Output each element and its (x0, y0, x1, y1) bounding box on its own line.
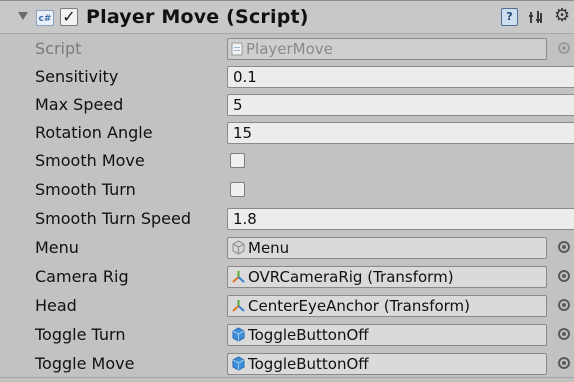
field-value: ToggleButtonOff (248, 355, 369, 373)
property-row-smooth-turn-speed: Smooth Turn Speed 1.8 (0, 206, 574, 232)
smooth-turn-checkbox[interactable] (230, 182, 245, 197)
field-value: OVRCameraRig (Transform) (248, 268, 454, 286)
foldout-arrow-icon[interactable] (18, 12, 28, 20)
smooth-turn-speed-input[interactable]: 1.8 (227, 208, 574, 230)
head-object-field[interactable]: CenterEyeAnchor (Transform) (227, 295, 547, 317)
property-label: Smooth Turn (35, 180, 136, 199)
property-row-smooth-turn: Smooth Turn (0, 177, 574, 203)
property-row-head: Head CenterEyeAnchor (Transform) (0, 293, 574, 319)
script-file-icon (231, 41, 244, 59)
field-value: PlayerMove (246, 40, 333, 58)
property-label: Toggle Move (35, 354, 135, 373)
property-row-script: Script PlayerMove (0, 36, 574, 62)
max-speed-input[interactable]: 5 (227, 94, 574, 116)
smooth-move-checkbox[interactable] (230, 153, 245, 168)
prefab-icon (231, 356, 246, 374)
property-row-menu: Menu Menu (0, 235, 574, 261)
object-picker-icon (558, 42, 570, 54)
field-value: ToggleButtonOff (248, 326, 369, 344)
toggle-turn-object-field[interactable]: ToggleButtonOff (227, 324, 547, 346)
object-picker-icon[interactable] (558, 270, 570, 282)
property-label: Rotation Angle (35, 123, 153, 142)
rotation-angle-input[interactable]: 15 (227, 122, 574, 144)
field-value: CenterEyeAnchor (Transform) (248, 297, 471, 315)
script-icon: c# (36, 10, 54, 26)
script-object-field: PlayerMove (227, 38, 547, 60)
property-label: Smooth Turn Speed (35, 209, 191, 228)
property-label: Menu (35, 238, 79, 257)
property-label: Head (35, 296, 77, 315)
gear-icon[interactable]: ⚙ (554, 6, 570, 26)
divider (0, 377, 574, 378)
object-picker-icon[interactable] (558, 241, 570, 253)
property-label: Camera Rig (35, 267, 129, 286)
property-label: Toggle Turn (35, 325, 126, 344)
property-label: Smooth Move (35, 151, 145, 170)
object-picker-icon[interactable] (558, 328, 570, 340)
transform-icon (231, 298, 246, 316)
object-picker-icon[interactable] (558, 357, 570, 369)
field-value: Menu (248, 239, 290, 257)
camera-rig-object-field[interactable]: OVRCameraRig (Transform) (227, 266, 547, 288)
component-enabled-checkbox[interactable]: ✓ (60, 8, 78, 26)
object-picker-icon[interactable] (558, 299, 570, 311)
gameobject-icon (231, 240, 246, 258)
property-row-toggle-move: Toggle Move ToggleButtonOff (0, 351, 574, 377)
component-title: Player Move (Script) (86, 6, 309, 28)
property-row-max-speed: Max Speed 5 (0, 92, 574, 118)
property-row-sensitivity: Sensitivity 0.1 (0, 64, 574, 90)
property-label: Max Speed (35, 95, 124, 114)
transform-icon (231, 269, 246, 287)
property-row-camera-rig: Camera Rig OVRCameraRig (Transform) (0, 264, 574, 290)
property-row-rotation-angle: Rotation Angle 15 (0, 120, 574, 146)
component-header[interactable]: c# ✓ Player Move (Script) ? ⚙ (0, 0, 574, 34)
property-row-smooth-move: Smooth Move (0, 148, 574, 174)
prefab-icon (231, 327, 246, 345)
property-row-toggle-turn: Toggle Turn ToggleButtonOff (0, 322, 574, 348)
inspector-component-panel: c# ✓ Player Move (Script) ? ⚙ Script Pla… (0, 0, 574, 382)
property-label: Script (35, 39, 82, 58)
toggle-move-object-field[interactable]: ToggleButtonOff (227, 353, 547, 375)
menu-object-field[interactable]: Menu (227, 237, 547, 259)
preset-icon[interactable] (529, 9, 543, 25)
property-label: Sensitivity (35, 67, 119, 86)
help-icon[interactable]: ? (501, 8, 518, 26)
sensitivity-input[interactable]: 0.1 (227, 66, 574, 88)
